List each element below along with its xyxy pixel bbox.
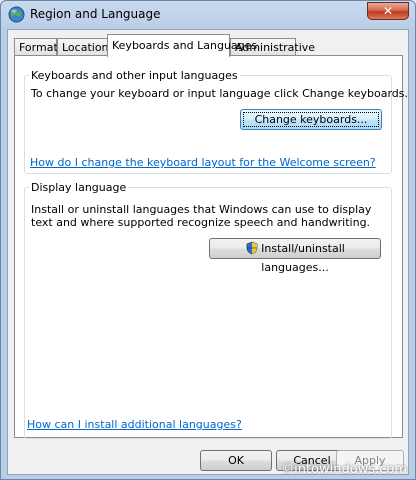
welcome-screen-layout-link[interactable]: How do I change the keyboard layout for … bbox=[30, 156, 376, 169]
tab-location[interactable]: Location bbox=[57, 38, 109, 56]
title-bar[interactable]: Region and Language ✕ bbox=[1, 1, 415, 29]
display-language-description: Install or uninstall languages that Wind… bbox=[31, 203, 372, 229]
install-additional-languages-link[interactable]: How can I install additional languages? bbox=[27, 418, 242, 431]
shield-icon bbox=[246, 241, 258, 255]
close-icon: ✕ bbox=[382, 4, 394, 18]
window-title: Region and Language bbox=[30, 7, 161, 21]
tab-panel: Keyboards and other input languages To c… bbox=[14, 55, 408, 439]
watermark: ©intowindows.com bbox=[281, 462, 407, 477]
region-language-window: Region and Language ✕ Formats Location K… bbox=[0, 0, 416, 480]
close-button[interactable]: ✕ bbox=[367, 2, 409, 20]
ok-button[interactable]: OK bbox=[200, 450, 272, 471]
keyboards-description: To change your keyboard or input languag… bbox=[31, 87, 408, 100]
install-uninstall-languages-button[interactable]: Install/uninstall languages... bbox=[209, 238, 381, 274]
display-language-group-title: Display language bbox=[29, 181, 129, 194]
tab-formats[interactable]: Formats bbox=[14, 38, 64, 56]
focus-rectangle bbox=[243, 112, 379, 127]
tab-keyboards-and-languages[interactable]: Keyboards and Languages bbox=[107, 34, 257, 57]
install-uninstall-label: Install/uninstall languages... bbox=[261, 242, 345, 274]
keyboards-group-title: Keyboards and other input languages bbox=[29, 69, 240, 82]
keyboards-group: Keyboards and other input languages To c… bbox=[24, 69, 408, 174]
display-language-group: Display language Install or uninstall la… bbox=[24, 181, 392, 439]
dialog-body: Formats Location Keyboards and Languages… bbox=[7, 29, 409, 475]
change-keyboards-button[interactable]: Change keyboards... bbox=[240, 109, 382, 130]
globe-icon bbox=[8, 6, 25, 23]
